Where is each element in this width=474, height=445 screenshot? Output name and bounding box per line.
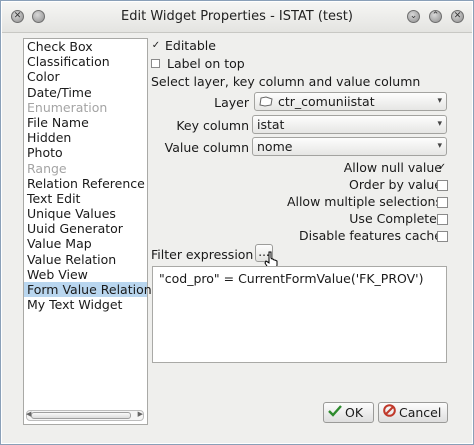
- widget-list-item[interactable]: Color: [24, 69, 147, 84]
- cancel-button-label: Cancel: [399, 405, 442, 420]
- value-column-select[interactable]: nome ▾: [252, 137, 447, 156]
- ok-button[interactable]: OK: [323, 402, 374, 423]
- cancel-button[interactable]: Cancel: [378, 402, 448, 423]
- dialog-window: ✕ Edit Widget Properties - ISTAT (test) …: [0, 0, 474, 445]
- option-checkbox[interactable]: [437, 180, 448, 191]
- option-label: Allow null value: [343, 160, 442, 175]
- editable-checkbox[interactable]: ✓: [151, 41, 161, 51]
- widget-list-item[interactable]: Hidden: [24, 130, 147, 145]
- widget-list-item[interactable]: Photo: [24, 145, 147, 160]
- option-checkbox[interactable]: [437, 197, 448, 208]
- option-label: Allow multiple selections: [286, 194, 442, 209]
- option-checkbox[interactable]: ✓: [437, 163, 447, 173]
- filter-expression-editor[interactable]: "cod_pro" = CurrentFormValue('FK_PROV'): [152, 266, 447, 363]
- editable-option[interactable]: ✓ Editable: [151, 38, 216, 53]
- key-column-select[interactable]: istat ▾: [252, 115, 447, 134]
- option-label: Use Completer: [349, 211, 442, 226]
- key-column-value: istat: [257, 117, 285, 132]
- widget-list-item[interactable]: Enumeration: [24, 100, 147, 115]
- layer-label: Layer: [214, 95, 249, 110]
- key-column-label: Key column: [176, 118, 249, 133]
- widget-list-item[interactable]: Value Map: [24, 236, 147, 251]
- option-label: Disable features cache: [299, 228, 442, 243]
- close-icon[interactable]: ✕: [451, 10, 464, 23]
- scrollbar-thumb[interactable]: [31, 412, 131, 419]
- label-on-top-checkbox[interactable]: [151, 59, 160, 68]
- editable-label: Editable: [164, 38, 216, 53]
- layer-value: ctr_comuniistat: [277, 94, 375, 109]
- filter-expression-text: "cod_pro" = CurrentFormValue('FK_PROV'): [159, 271, 424, 286]
- value-column-label: Value column: [164, 140, 249, 155]
- layer-type-icon: [259, 94, 274, 111]
- option-label: Order by value: [349, 177, 442, 192]
- window-title: Edit Widget Properties - ISTAT (test): [121, 9, 353, 24]
- section-heading: Select layer, key column and value colum…: [151, 74, 421, 89]
- option-checkbox[interactable]: [437, 231, 448, 242]
- value-column-value: nome: [257, 139, 293, 154]
- widget-list-item[interactable]: Relation Reference: [24, 176, 147, 191]
- widget-list-item[interactable]: My Text Widget: [24, 297, 147, 312]
- widget-list-item[interactable]: Text Edit: [24, 191, 147, 206]
- widget-list-item[interactable]: Unique Values: [24, 206, 147, 221]
- option-checkbox[interactable]: [437, 214, 448, 225]
- widget-list-item[interactable]: Value Relation: [24, 252, 147, 267]
- widget-list-item[interactable]: Classification: [24, 54, 147, 69]
- list-horizontal-scrollbar[interactable]: ◀ ▶: [26, 410, 144, 421]
- widget-list-item[interactable]: Check Box: [24, 39, 147, 54]
- ok-button-label: OK: [345, 405, 364, 420]
- maximize-icon[interactable]: ⌃: [429, 10, 442, 23]
- cancel-icon: [383, 403, 396, 422]
- widget-list-item[interactable]: Range: [24, 161, 147, 176]
- widget-list-item[interactable]: Web View: [24, 267, 147, 282]
- layer-select[interactable]: ctr_comuniistat ▾: [254, 92, 447, 111]
- scroll-right-icon[interactable]: ▶: [138, 410, 143, 418]
- label-on-top-label: Label on top: [166, 56, 245, 71]
- widget-list-item[interactable]: Uuid Generator: [24, 221, 147, 236]
- checkmark-icon: [328, 403, 342, 422]
- chevron-down-icon: ▾: [437, 119, 442, 129]
- chevron-down-icon: ▾: [437, 141, 442, 151]
- label-on-top-option[interactable]: Label on top: [151, 56, 245, 71]
- minimize-icon[interactable]: ⌄: [407, 10, 420, 23]
- title-bar: ✕ Edit Widget Properties - ISTAT (test) …: [2, 2, 472, 33]
- chevron-down-icon: ▾: [437, 96, 442, 106]
- widget-list-item[interactable]: Date/Time: [24, 85, 147, 100]
- widget-type-list[interactable]: Check Box Classification Color Date/Time Enu…: [23, 38, 152, 425]
- filter-expression-label: Filter expression: [151, 247, 254, 262]
- widget-list-item[interactable]: File Name: [24, 115, 147, 130]
- widget-list-item[interactable]: Form Value Relation: [24, 282, 152, 298]
